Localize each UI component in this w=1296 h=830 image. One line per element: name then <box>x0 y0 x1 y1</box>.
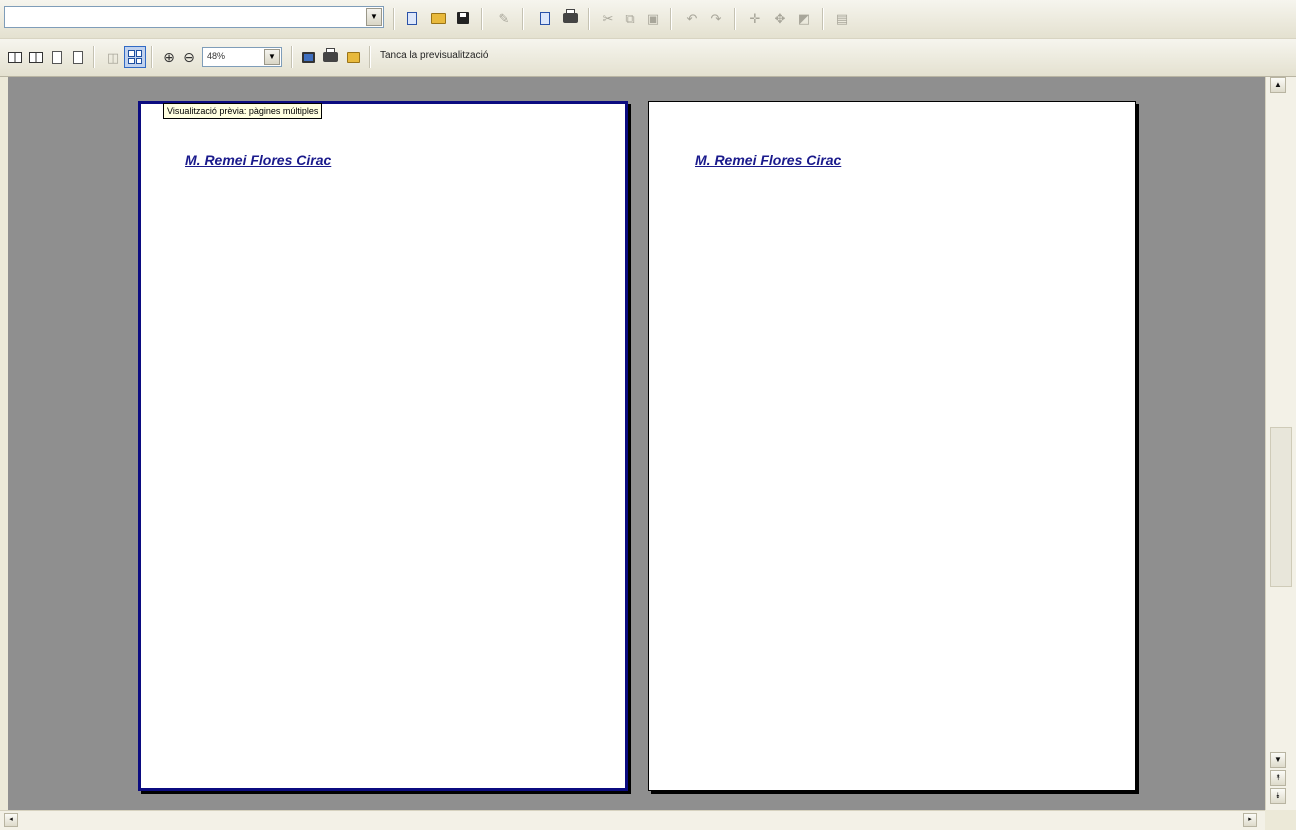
toolbar-separator <box>588 8 590 30</box>
open-folder-icon[interactable] <box>428 8 448 28</box>
scroll-thumb[interactable] <box>1270 427 1292 587</box>
zoom-value: 48% <box>207 51 226 61</box>
close-preview-button[interactable]: Tanca la previsualització <box>380 50 488 61</box>
toolbar-separator <box>291 46 293 68</box>
save-disk-icon[interactable] <box>453 8 473 28</box>
page-preview-toolbar: ◫ ⊕ ⊖ 48% ▼ Tanca la previsualització <box>0 39 1296 77</box>
toolbar-separator <box>734 8 736 30</box>
toolbar-separator <box>670 8 672 30</box>
scroll-right-icon[interactable]: ▸ <box>1243 813 1257 827</box>
gallery-icon[interactable]: ◩ <box>794 8 814 28</box>
first-page-icon[interactable] <box>5 47 25 67</box>
two-pages-icon[interactable]: ◫ <box>103 47 123 67</box>
copy-icon[interactable]: ⧉ <box>620 8 640 28</box>
multiple-pages-icon[interactable] <box>124 46 146 68</box>
edit-file-icon[interactable]: ✎ <box>494 8 514 28</box>
print-options-icon[interactable] <box>343 47 363 67</box>
toolbar-separator <box>481 8 483 30</box>
standard-toolbar: ▼ ✎ ✂ ⧉ ▣ ↶ ↷ ✛ ✥ ◩ ▤ <box>0 0 1296 39</box>
zoom-in-icon[interactable]: ⊕ <box>159 47 179 67</box>
hyperlink-icon[interactable]: ✛ <box>745 8 765 28</box>
undo-icon[interactable]: ↶ <box>682 8 702 28</box>
last-page-icon[interactable] <box>68 47 88 67</box>
page-header-text: M. Remei Flores Cirac <box>185 152 332 168</box>
chevron-down-icon[interactable]: ▼ <box>366 8 382 26</box>
toolbar-separator <box>522 8 524 30</box>
chevron-down-icon[interactable]: ▼ <box>264 49 280 65</box>
page-header-text: M. Remei Flores Cirac <box>695 152 842 168</box>
toolbar-separator <box>822 8 824 30</box>
new-document-icon[interactable] <box>402 8 422 28</box>
previous-page-icon[interactable] <box>26 47 46 67</box>
size-grip <box>1265 810 1296 830</box>
export-pdf-icon[interactable] <box>535 8 555 28</box>
paste-icon[interactable]: ▣ <box>643 8 663 28</box>
apply-style-combo[interactable]: ▼ <box>4 6 384 28</box>
print-icon[interactable] <box>560 8 580 28</box>
print-preview-icon[interactable] <box>320 47 340 67</box>
full-screen-icon[interactable] <box>298 47 318 67</box>
zoom-out-icon[interactable]: ⊖ <box>179 47 199 67</box>
toolbar-separator <box>393 8 395 30</box>
scroll-down-icon[interactable]: ▼ <box>1270 752 1286 768</box>
scroll-left-icon[interactable]: ◂ <box>4 813 18 827</box>
next-page-icon[interactable] <box>47 47 67 67</box>
table-icon[interactable]: ▤ <box>832 8 852 28</box>
navigator-icon[interactable]: ✥ <box>770 8 790 28</box>
toolbar-separator <box>93 46 95 68</box>
toolbar-separator <box>151 46 153 68</box>
cut-icon[interactable]: ✂ <box>598 8 618 28</box>
horizontal-scrollbar[interactable]: ◂ ▸ <box>0 810 1265 830</box>
next-page-scroll-icon[interactable]: ⯯ <box>1270 788 1286 804</box>
preview-page[interactable]: M. Remei Flores Cirac <box>648 101 1136 791</box>
vertical-scrollbar[interactable]: ▲ ▼ ⯭ ⯯ <box>1265 77 1296 810</box>
tooltip: Visualització prèvia: pàgines múltiples <box>163 103 323 119</box>
preview-page-selected[interactable]: M. Remei Flores Cirac <box>138 101 628 791</box>
toolbar-separator <box>369 46 371 68</box>
preview-workspace: M. Remei Flores Cirac M. Remei Flores Ci… <box>8 77 1265 810</box>
zoom-combo[interactable]: 48% ▼ <box>202 47 282 67</box>
redo-icon[interactable]: ↷ <box>706 8 726 28</box>
previous-page-scroll-icon[interactable]: ⯭ <box>1270 770 1286 786</box>
scroll-up-icon[interactable]: ▲ <box>1270 77 1286 93</box>
